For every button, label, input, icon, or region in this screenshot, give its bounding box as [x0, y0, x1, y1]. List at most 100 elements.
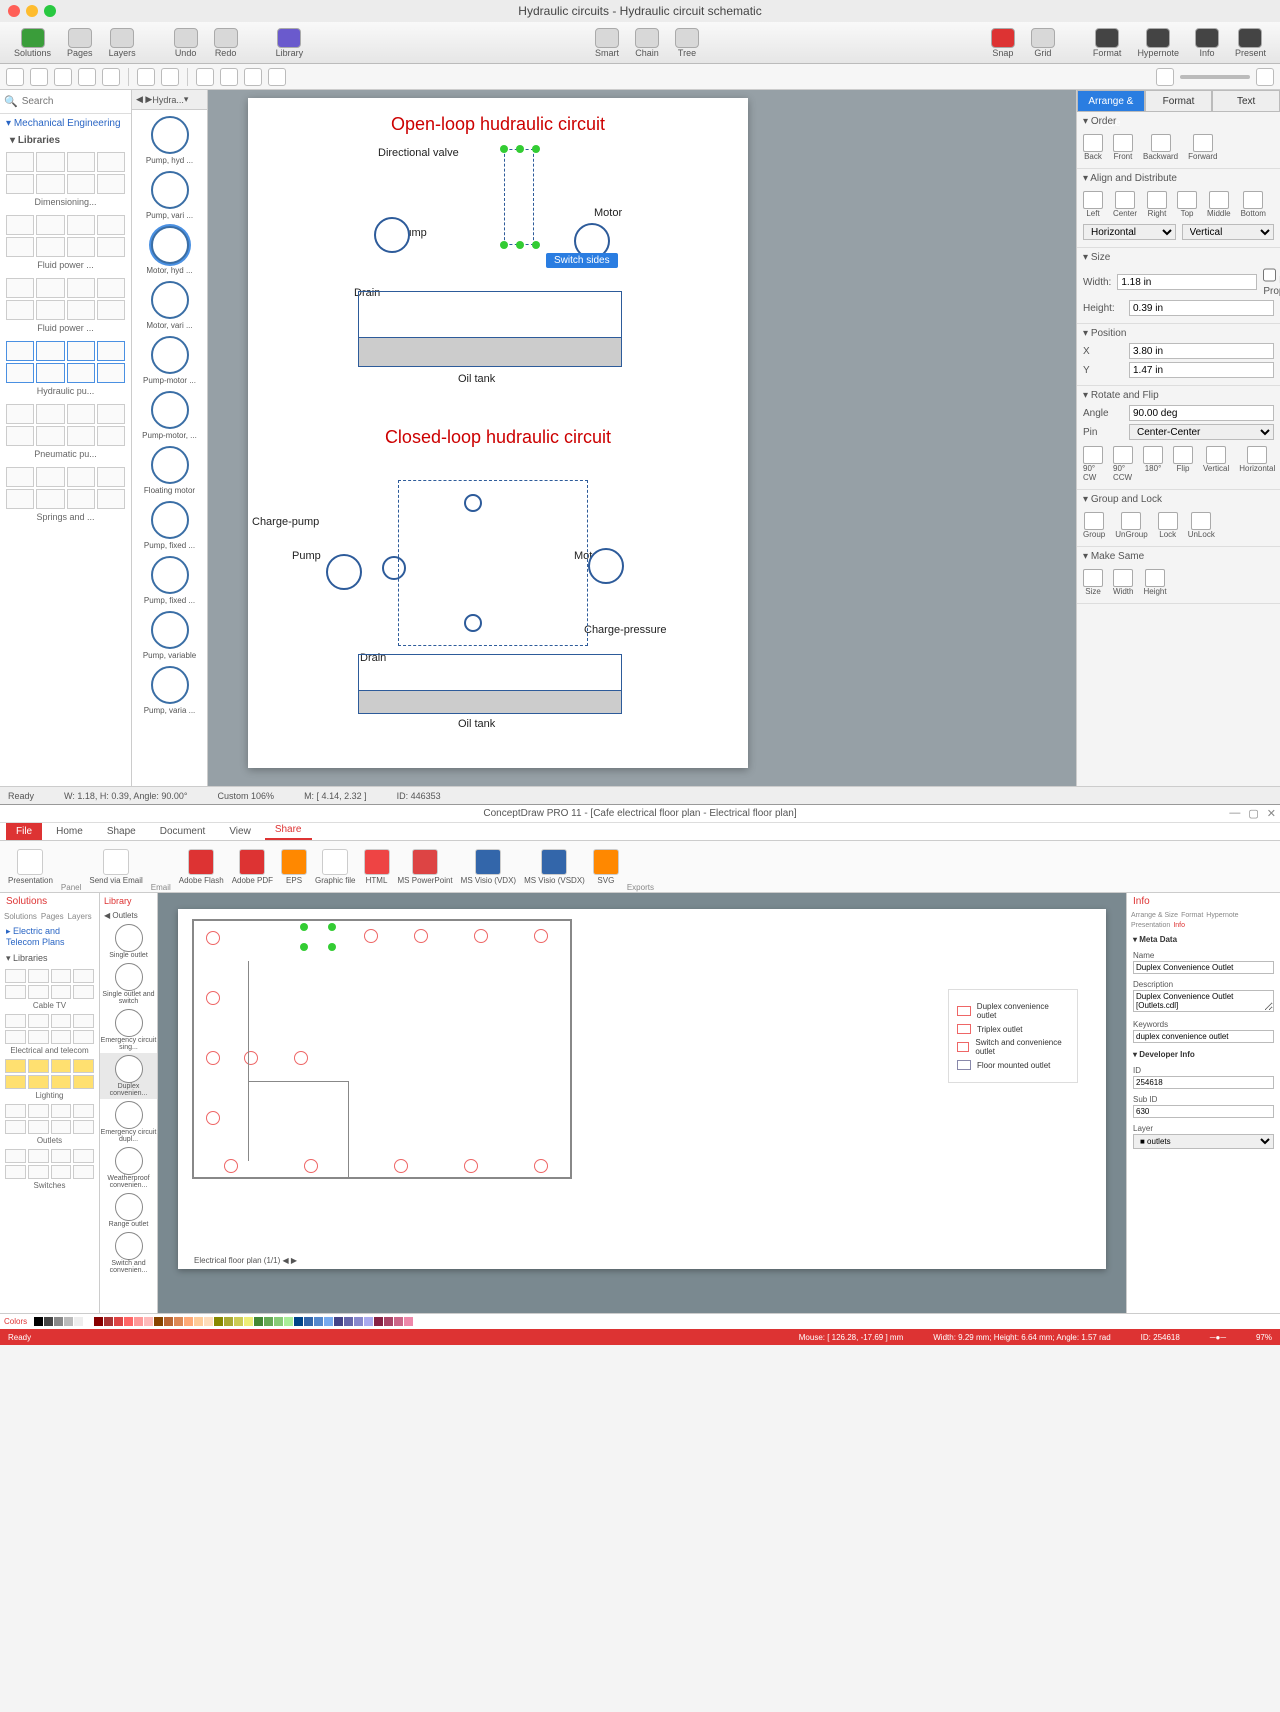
y-input[interactable]: [1129, 362, 1274, 378]
color-swatch[interactable]: [94, 1317, 103, 1326]
library-group[interactable]: Hydraulic pu...: [0, 337, 131, 400]
win-shape-item[interactable]: Single outlet and switch: [100, 961, 157, 1007]
pump-symbol-2[interactable]: [326, 554, 362, 590]
present-button[interactable]: Present: [1229, 26, 1272, 60]
win-minimize-icon[interactable]: —: [1229, 807, 1240, 820]
ellipse-tool-icon[interactable]: [54, 68, 72, 86]
color-swatch[interactable]: [404, 1317, 413, 1326]
handle-icon[interactable]: [532, 145, 540, 153]
win-library-group[interactable]: Cable TV: [0, 967, 99, 1012]
color-swatch[interactable]: [164, 1317, 173, 1326]
tree-button[interactable]: Tree: [669, 26, 705, 60]
format-button[interactable]: Format: [1087, 26, 1128, 60]
color-swatch[interactable]: [374, 1317, 383, 1326]
library-button[interactable]: Library: [270, 26, 310, 60]
minimize-icon[interactable]: [26, 5, 38, 17]
ungroup-btn[interactable]: UnGroup: [1115, 512, 1147, 539]
win-library-group[interactable]: Electrical and telecom: [0, 1012, 99, 1057]
color-swatch[interactable]: [244, 1317, 253, 1326]
maximize-icon[interactable]: [44, 5, 56, 17]
color-swatch[interactable]: [144, 1317, 153, 1326]
order-forward[interactable]: Forward: [1188, 134, 1217, 161]
outlet-symbol[interactable]: [294, 1051, 308, 1065]
unlock-btn[interactable]: UnLock: [1188, 512, 1215, 539]
rb-svg[interactable]: SVG: [593, 849, 619, 885]
color-swatch[interactable]: [154, 1317, 163, 1326]
color-swatch[interactable]: [354, 1317, 363, 1326]
color-swatch[interactable]: [44, 1317, 53, 1326]
shape-item[interactable]: Pump, fixed ...: [142, 556, 198, 605]
align-left[interactable]: Left: [1083, 191, 1103, 218]
page-tab[interactable]: Electrical floor plan (1/1) ◀ ▶: [194, 1256, 297, 1265]
win-library-group[interactable]: Lighting: [0, 1057, 99, 1102]
order-backward[interactable]: Backward: [1143, 134, 1178, 161]
smart-button[interactable]: Smart: [589, 26, 625, 60]
shape-item[interactable]: Motor, vari ...: [142, 281, 198, 330]
tab-text[interactable]: Text: [1212, 90, 1280, 112]
color-swatch[interactable]: [54, 1317, 63, 1326]
rb-ppt[interactable]: MS PowerPoint: [398, 849, 453, 885]
color-swatch[interactable]: [334, 1317, 343, 1326]
align-center[interactable]: Center: [1113, 191, 1137, 218]
curve-tool-icon[interactable]: [102, 68, 120, 86]
height-input[interactable]: [1129, 300, 1274, 316]
win-shapes-crumb[interactable]: ◀ Outlets: [100, 909, 157, 922]
solutions-button[interactable]: Solutions: [8, 26, 57, 60]
connector1-icon[interactable]: [196, 68, 214, 86]
color-swatch[interactable]: [294, 1317, 303, 1326]
flip[interactable]: Flip: [1173, 446, 1193, 482]
rb-email[interactable]: Send via Email: [89, 849, 142, 885]
color-swatch[interactable]: [184, 1317, 193, 1326]
color-swatch[interactable]: [204, 1317, 213, 1326]
color-swatch[interactable]: [364, 1317, 373, 1326]
shape-item[interactable]: Pump, variable: [142, 611, 198, 660]
solutions-category[interactable]: ▾ Mechanical Engineering: [0, 114, 131, 133]
outlet-symbol[interactable]: [304, 1159, 318, 1173]
shape-item[interactable]: Pump-motor ...: [142, 336, 198, 385]
outlet-symbol[interactable]: [394, 1159, 408, 1173]
search-input[interactable]: [22, 96, 132, 107]
handle-icon[interactable]: [500, 241, 508, 249]
same-size[interactable]: Size: [1083, 569, 1103, 596]
color-swatch[interactable]: [224, 1317, 233, 1326]
lock-btn[interactable]: Lock: [1158, 512, 1178, 539]
directional-valve[interactable]: [504, 149, 534, 245]
subid-input[interactable]: [1133, 1105, 1274, 1118]
angle-input[interactable]: [1129, 405, 1274, 421]
id-input[interactable]: [1133, 1076, 1274, 1089]
zoom-in-icon[interactable]: [1256, 68, 1274, 86]
handle-icon[interactable]: [532, 241, 540, 249]
outlet-symbol[interactable]: [364, 929, 378, 943]
rb-html[interactable]: HTML: [364, 849, 390, 885]
flip-horizontal[interactable]: Horizontal: [1239, 446, 1275, 482]
close-icon[interactable]: [8, 5, 20, 17]
library-group[interactable]: Springs and ...: [0, 463, 131, 526]
color-swatch[interactable]: [254, 1317, 263, 1326]
status-zoom[interactable]: Custom 106%: [218, 791, 275, 801]
flip-vertical[interactable]: Vertical: [1203, 446, 1229, 482]
zoom-out-icon[interactable]: [1156, 68, 1174, 86]
color-swatch[interactable]: [344, 1317, 353, 1326]
color-swatch[interactable]: [124, 1317, 133, 1326]
same-height[interactable]: Height: [1143, 569, 1166, 596]
hypernote-button[interactable]: Hypernote: [1131, 26, 1185, 60]
name-input[interactable]: [1133, 961, 1274, 974]
tab-view[interactable]: View: [219, 823, 261, 840]
redo-button[interactable]: Redo: [208, 26, 244, 60]
win-maximize-icon[interactable]: ▢: [1248, 807, 1258, 820]
color-swatch[interactable]: [74, 1317, 83, 1326]
outlet-symbol[interactable]: [244, 1051, 258, 1065]
color-swatch[interactable]: [234, 1317, 243, 1326]
shape-item[interactable]: Pump-motor, ...: [142, 391, 198, 440]
info-button[interactable]: Info: [1189, 26, 1225, 60]
snap-button[interactable]: Snap: [985, 26, 1021, 60]
tooltip-switch-sides[interactable]: Switch sides: [546, 253, 618, 268]
same-width[interactable]: Width: [1113, 569, 1133, 596]
rect-tool-icon[interactable]: [30, 68, 48, 86]
color-swatch[interactable]: [34, 1317, 43, 1326]
layer-select[interactable]: ■ outlets: [1133, 1134, 1274, 1149]
win-page[interactable]: Duplex convenience outlet Triplex outlet…: [178, 909, 1106, 1269]
shape-item[interactable]: Motor, hyd ...: [142, 226, 198, 275]
table-tool-icon[interactable]: [161, 68, 179, 86]
color-swatch[interactable]: [324, 1317, 333, 1326]
